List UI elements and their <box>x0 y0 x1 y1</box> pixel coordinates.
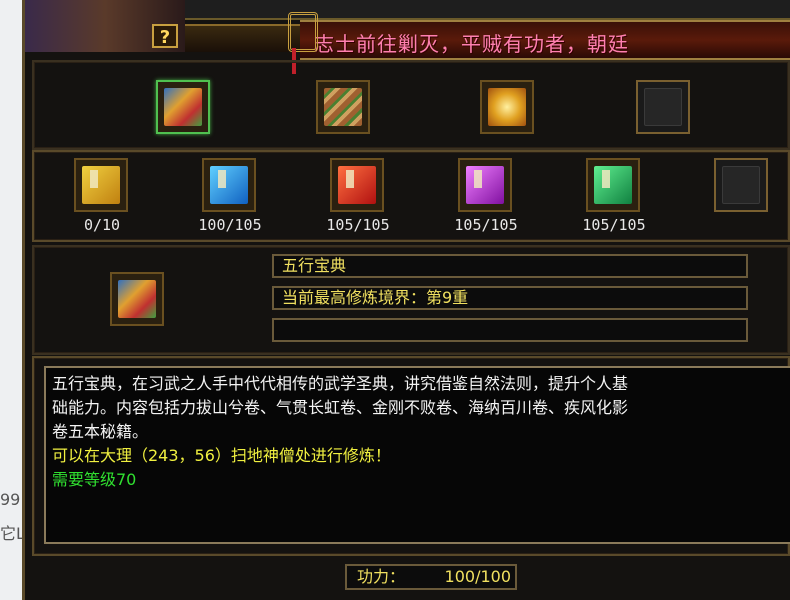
volume-4-icon[interactable] <box>458 158 512 212</box>
book-scroll-image <box>164 88 202 126</box>
description-line-3: 卷五本秘籍。 <box>52 422 149 441</box>
empty-slot-fill <box>644 88 682 126</box>
volume-3-icon[interactable] <box>330 158 384 212</box>
golden-scroll-icon[interactable] <box>480 80 534 134</box>
bamboo-scroll-icon[interactable] <box>316 80 370 134</box>
marquee-text: 志士前往剿灭，平贼有功者，朝廷 <box>314 32 629 56</box>
chinese-knot-icon <box>288 12 318 52</box>
realm-status: 当前最高修炼境界：第9重 <box>272 286 748 310</box>
side-text-1: 99 <box>0 490 21 509</box>
volume-1-counter: 0/10 <box>83 216 121 234</box>
help-button[interactable]: ? <box>152 24 178 48</box>
book-label <box>602 170 610 188</box>
empty-slot-fill <box>722 166 760 204</box>
extra-info <box>272 318 748 342</box>
book-scroll-icon[interactable] <box>156 80 210 134</box>
power-label: 功力： <box>357 567 406 586</box>
location-hint: 可以在大理（243，56）扫地神僧处进行修炼！ <box>52 446 391 465</box>
power-value: 100/100 <box>444 567 511 586</box>
marquee-bar: 志士前往剿灭，平贼有功者，朝廷 <box>300 20 790 60</box>
volume-4-counter: 105/105 <box>454 216 518 234</box>
volume-2-icon[interactable] <box>202 158 256 212</box>
volume-4-book <box>466 166 504 204</box>
book-label <box>218 170 226 188</box>
bamboo-scroll-image <box>324 88 362 126</box>
description-line-2: 础能力。内容包括力拔山兮卷、气贯长虹卷、金刚不败卷、海纳百川卷、疾风化影 <box>52 398 629 417</box>
volume-5-book <box>594 166 632 204</box>
description-box: 五行宝典，在习武之人手中代代相传的武学圣典，讲究借鉴自然法则，提升个人基 础能力… <box>44 366 790 544</box>
volume-2-book <box>210 166 248 204</box>
volume-empty-slot[interactable] <box>714 158 768 212</box>
volume-1-icon[interactable] <box>74 158 128 212</box>
volume-5-counter: 105/105 <box>582 216 646 234</box>
volume-2-counter: 100/105 <box>198 216 262 234</box>
volume-row <box>32 150 790 242</box>
description-line-1: 五行宝典，在习武之人手中代代相传的武学圣典，讲究借鉴自然法则，提升个人基 <box>52 374 629 393</box>
book-title: 五行宝典 <box>272 254 748 278</box>
power-display: 功力： 100/100 <box>345 564 517 590</box>
book-label <box>474 170 482 188</box>
book-label <box>346 170 354 188</box>
level-requirement: 需要等级70 <box>52 470 137 489</box>
volume-3-book <box>338 166 376 204</box>
book-label <box>90 170 98 188</box>
empty-slot[interactable] <box>636 80 690 134</box>
volume-3-counter: 105/105 <box>326 216 390 234</box>
banner-strip <box>185 0 790 20</box>
volume-1-book <box>82 166 120 204</box>
selected-book-image <box>118 280 156 318</box>
golden-scroll-image <box>488 88 526 126</box>
banner-bar <box>185 24 300 52</box>
selected-book-icon <box>110 272 164 326</box>
volume-5-icon[interactable] <box>586 158 640 212</box>
